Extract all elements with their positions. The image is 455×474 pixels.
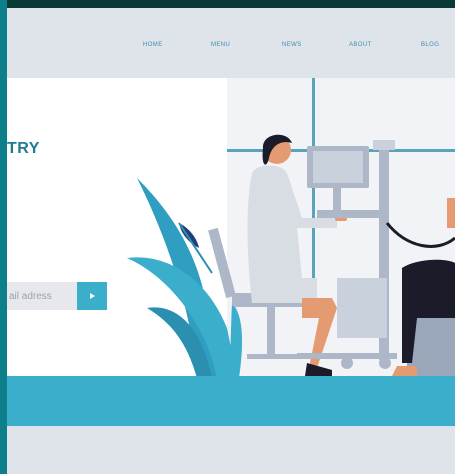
top-frame-edge [0,0,455,8]
email-input[interactable] [7,282,77,310]
nav-news[interactable]: NEWS [282,42,302,48]
play-arrow-icon [90,293,95,299]
accent-band [7,376,455,426]
top-navigation: HOME MENU NEWS ABOUT BLOG [7,8,455,78]
patient-figure [385,198,455,378]
hero-section: TRY [7,78,455,378]
nav-blog[interactable]: BLOG [421,42,439,48]
footer [7,426,455,474]
nav-menu[interactable]: MENU [211,42,230,48]
nav-home[interactable]: HOME [143,42,163,48]
submit-button[interactable] [77,282,107,310]
doctor-illustration [127,134,455,378]
nav-about[interactable]: ABOUT [349,42,372,48]
left-frame-edge [0,0,7,474]
hero-title: TRY [7,140,40,157]
landing-page: HOME MENU NEWS ABOUT BLOG TRY [7,8,455,474]
monitor-cart [297,140,397,369]
